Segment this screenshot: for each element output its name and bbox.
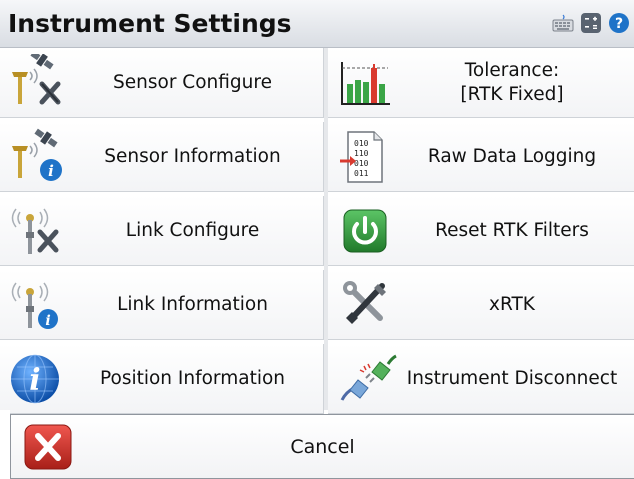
svg-text:i: i xyxy=(48,162,54,180)
help-icon[interactable]: ? xyxy=(608,12,630,34)
keyboard-icon[interactable] xyxy=(552,12,574,34)
svg-text:010: 010 xyxy=(354,159,369,168)
link-information-button[interactable]: i Link Information xyxy=(0,270,324,340)
toolbar-icons: ? xyxy=(552,12,630,34)
position-information-label: Position Information xyxy=(100,368,285,389)
tolerance-button[interactable]: Tolerance: [RTK Fixed] xyxy=(328,48,634,118)
raw-data-logging-label: Raw Data Logging xyxy=(427,146,597,167)
link-configure-label: Link Configure xyxy=(125,220,260,241)
tools-icon xyxy=(338,276,398,334)
tolerance-label-title: Tolerance: xyxy=(464,60,560,81)
svg-text:i: i xyxy=(29,363,40,398)
cancel-button[interactable]: Cancel xyxy=(10,414,634,479)
title-bar: Instrument Settings ? xyxy=(0,0,634,48)
svg-text:010: 010 xyxy=(354,139,369,148)
sensor-configure-label: Sensor Configure xyxy=(113,72,272,93)
column-divider xyxy=(324,48,328,410)
instrument-disconnect-button[interactable]: Instrument Disconnect xyxy=(328,344,634,414)
svg-text:011: 011 xyxy=(354,169,369,178)
svg-text:i: i xyxy=(45,313,50,329)
plug-disconnect-icon xyxy=(338,350,398,408)
sensor-configure-button[interactable]: Sensor Configure xyxy=(0,48,324,118)
svg-text:?: ? xyxy=(615,16,623,32)
power-reset-icon xyxy=(338,202,398,260)
xrtk-label: xRTK xyxy=(489,294,535,315)
xrtk-button[interactable]: xRTK xyxy=(328,270,634,340)
tolerance-chart-icon xyxy=(338,54,398,112)
page-title: Instrument Settings xyxy=(8,9,292,38)
position-information-button[interactable]: i Position Information xyxy=(0,344,324,414)
raw-data-logging-icon: 010 110 010 011 xyxy=(338,128,398,186)
svg-text:110: 110 xyxy=(354,149,369,158)
calculator-icon[interactable] xyxy=(580,12,602,34)
instrument-settings-window: Instrument Settings ? Sensor Configure i… xyxy=(0,0,634,479)
settings-grid: Sensor Configure i Sensor Information Li… xyxy=(0,48,634,414)
sensor-configure-icon xyxy=(8,50,68,112)
reset-rtk-filters-label: Reset RTK Filters xyxy=(435,220,589,241)
link-information-label: Link Information xyxy=(117,294,268,315)
link-configure-icon xyxy=(8,202,68,260)
tolerance-label-value: [RTK Fixed] xyxy=(460,84,564,105)
left-margin xyxy=(0,410,10,479)
instrument-disconnect-label: Instrument Disconnect xyxy=(406,368,618,389)
tolerance-label: Tolerance: [RTK Fixed] xyxy=(394,48,630,118)
reset-rtk-filters-button[interactable]: Reset RTK Filters xyxy=(328,196,634,266)
link-configure-button[interactable]: Link Configure xyxy=(0,196,324,266)
sensor-information-label: Sensor Information xyxy=(104,146,281,167)
cancel-label: Cancel xyxy=(290,435,355,458)
sensor-information-icon: i xyxy=(8,128,68,186)
sensor-information-button[interactable]: i Sensor Information xyxy=(0,122,324,192)
link-information-icon: i xyxy=(8,276,68,334)
raw-data-logging-button[interactable]: 010 110 010 011 Raw Data Logging xyxy=(328,122,634,192)
position-information-icon: i xyxy=(8,350,68,408)
